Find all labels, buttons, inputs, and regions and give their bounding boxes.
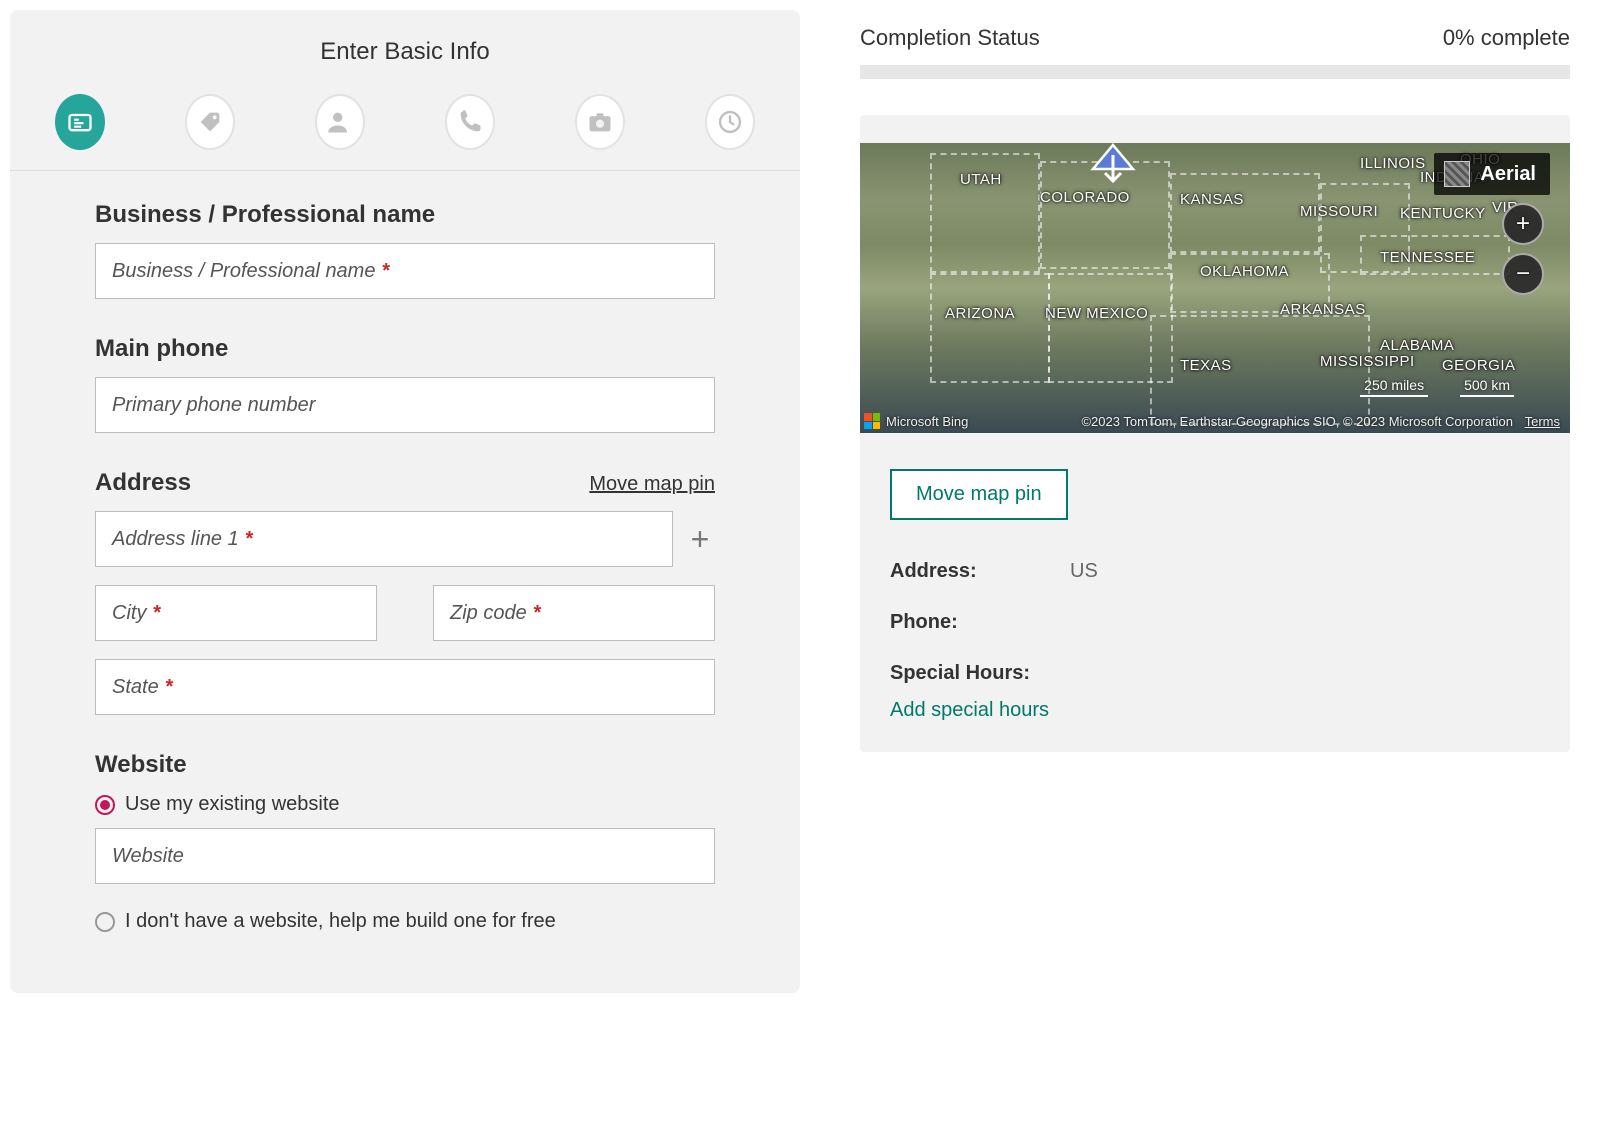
radio-icon <box>95 912 115 932</box>
add-special-hours-link[interactable]: Add special hours <box>890 699 1540 722</box>
radio-icon <box>95 795 115 815</box>
map-state-label: GEORGIA <box>1442 357 1516 374</box>
map-state-label: ALABAMA <box>1380 337 1454 354</box>
map-terms-link[interactable]: Terms <box>1525 414 1560 429</box>
form-panel: Enter Basic Info <box>10 10 800 993</box>
preview-phone-label: Phone: <box>890 611 1070 634</box>
move-map-pin-link[interactable]: Move map pin <box>589 473 715 496</box>
preview-panel: Completion Status 0% complete UTAH COLORA… <box>860 10 1590 993</box>
address-label: Address <box>95 469 191 497</box>
map-state-label: ILLINOIS <box>1360 155 1426 172</box>
camera-icon <box>586 108 614 136</box>
preview-address-label: Address: <box>890 560 1070 583</box>
map-pin-icon[interactable] <box>1087 143 1139 183</box>
zoom-in-button[interactable]: + <box>1502 203 1544 245</box>
main-phone-label: Main phone <box>95 335 715 363</box>
divider <box>10 170 800 171</box>
map-state-label: TEXAS <box>1180 357 1232 374</box>
map-attribution: ©2023 TomTom, Earthstar Geographics SIO,… <box>1081 414 1560 429</box>
website-option-none-label: I don't have a website, help me build on… <box>125 910 556 933</box>
step-categories[interactable] <box>185 94 235 150</box>
completion-status-value: 0% complete <box>1443 25 1570 51</box>
zoom-out-button[interactable]: − <box>1502 253 1544 295</box>
id-card-icon <box>66 108 94 136</box>
map-state-label: UTAH <box>960 171 1002 188</box>
step-photos[interactable] <box>575 94 625 150</box>
phone-icon <box>456 108 484 136</box>
step-people[interactable] <box>315 94 365 150</box>
satellite-icon <box>1444 161 1470 187</box>
microsoft-icon <box>864 413 880 429</box>
map-scale: 250 miles 500 km <box>1364 377 1510 393</box>
clock-icon <box>716 108 744 136</box>
panel-title: Enter Basic Info <box>30 38 780 66</box>
map[interactable]: UTAHCOLORADOKANSASMISSOURIOHIOINDIANAILL… <box>860 143 1570 433</box>
preview-special-hours-label: Special Hours: <box>890 662 1030 685</box>
step-basic-info[interactable] <box>55 94 105 150</box>
map-state-label: NEW MEXICO <box>1045 305 1148 322</box>
map-state-label: MISSOURI <box>1300 203 1378 220</box>
website-option-none[interactable]: I don't have a website, help me build on… <box>95 910 715 933</box>
map-state-label: ARKANSAS <box>1280 301 1366 318</box>
preview-address-value: US <box>1070 560 1098 583</box>
business-name-label: Business / Professional name <box>95 201 715 229</box>
website-label: Website <box>95 751 715 779</box>
address-line1-input[interactable] <box>95 511 673 567</box>
map-state-label: COLORADO <box>1040 189 1130 206</box>
person-icon <box>326 108 354 136</box>
business-name-input[interactable] <box>95 243 715 299</box>
map-state-label: ARIZONA <box>945 305 1015 322</box>
tag-icon <box>196 108 224 136</box>
step-tabs <box>10 66 800 170</box>
move-map-pin-button[interactable]: Move map pin <box>890 469 1068 520</box>
state-input[interactable] <box>95 659 715 715</box>
progress-bar <box>860 65 1570 79</box>
website-option-existing[interactable]: Use my existing website <box>95 793 715 816</box>
map-view-toggle[interactable]: Aerial <box>1434 153 1550 195</box>
website-input[interactable] <box>95 828 715 884</box>
step-hours[interactable] <box>705 94 755 150</box>
main-phone-input[interactable] <box>95 377 715 433</box>
add-address-line-button[interactable]: + <box>685 523 715 555</box>
completion-status-label: Completion Status <box>860 25 1040 51</box>
website-option-existing-label: Use my existing website <box>125 793 340 816</box>
map-state-label: OKLAHOMA <box>1200 263 1289 280</box>
zip-input[interactable] <box>433 585 715 641</box>
map-state-label: MISSISSIPPI <box>1320 353 1415 370</box>
map-state-label: KANSAS <box>1180 191 1244 208</box>
microsoft-bing-logo: Microsoft Bing <box>864 413 968 429</box>
city-input[interactable] <box>95 585 377 641</box>
step-phone[interactable] <box>445 94 495 150</box>
